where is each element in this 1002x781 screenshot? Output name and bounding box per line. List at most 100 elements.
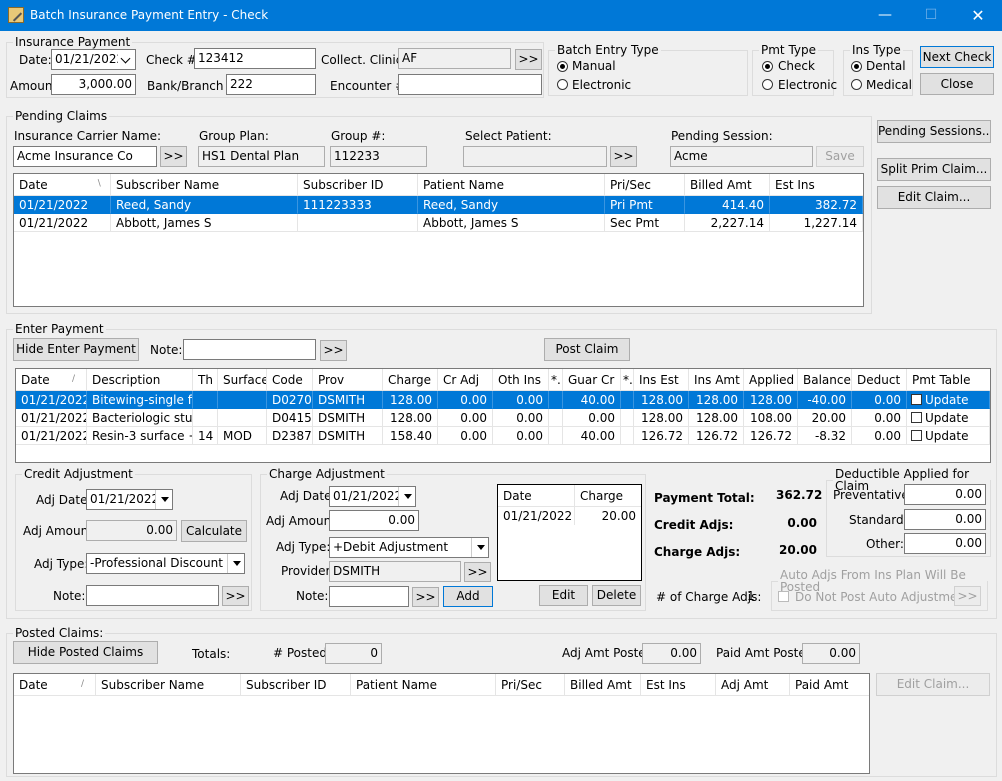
- hide-enter-payment-button[interactable]: Hide Enter Payment: [13, 338, 139, 361]
- dropdown-arrow-icon[interactable]: [398, 487, 415, 506]
- preventative-input[interactable]: 0.00: [904, 484, 986, 505]
- col-subscriber-id[interactable]: Subscriber ID: [241, 674, 351, 696]
- col-patient-name[interactable]: Patient Name: [418, 174, 605, 196]
- col-code[interactable]: Code: [267, 369, 313, 391]
- dropdown-arrow-icon[interactable]: [155, 490, 172, 509]
- col-patient-name[interactable]: Patient Name: [351, 674, 496, 696]
- cell-deduct[interactable]: 0.00: [852, 409, 907, 427]
- posted-claims-grid[interactable]: Date ∕ Subscriber Name Subscriber ID Pat…: [13, 673, 870, 774]
- manual-radio[interactable]: [557, 61, 568, 72]
- col-adj-amt[interactable]: Adj Amt: [716, 674, 790, 696]
- charge-adj-date-picker[interactable]: 01/21/2022: [329, 486, 416, 507]
- pending-claims-grid[interactable]: Date ∖ Subscriber Name Subscriber ID Pat…: [13, 173, 864, 307]
- select-patient-browse-button[interactable]: >>: [610, 146, 637, 167]
- col-oth-ins[interactable]: Oth Ins: [493, 369, 549, 391]
- table-row[interactable]: 01/21/2022 Bacteriologic studies D0415 D…: [16, 409, 990, 427]
- col-paid-amt[interactable]: Paid Amt: [790, 674, 869, 696]
- table-row[interactable]: 01/21/2022 Resin-3 surface +,... 14 MOD …: [16, 427, 990, 445]
- col-billed-amt[interactable]: Billed Amt: [685, 174, 770, 196]
- col-subscriber-name[interactable]: Subscriber Name: [111, 174, 298, 196]
- dropdown-arrow-icon[interactable]: [227, 554, 244, 573]
- charge-adj-provider-browse-button[interactable]: >>: [464, 562, 491, 582]
- charge-adj-note-input[interactable]: [329, 586, 409, 607]
- list-item[interactable]: 01/21/2022 20.00: [498, 507, 641, 525]
- col-est-ins[interactable]: Est Ins: [641, 674, 716, 696]
- post-claim-button[interactable]: Post Claim: [544, 338, 630, 361]
- bank-branch-input[interactable]: 222: [226, 74, 316, 95]
- col-description[interactable]: Description: [87, 369, 193, 391]
- enter-payment-grid[interactable]: Date ∕ Description Th Surface Code Prov …: [15, 368, 991, 463]
- add-charge-adj-button[interactable]: Add: [443, 586, 493, 607]
- electronic-pmt-radio[interactable]: [762, 79, 773, 90]
- credit-adj-type-select[interactable]: -Professional Discount: [86, 553, 245, 574]
- close-window-button[interactable]: ✕: [955, 0, 1001, 31]
- collect-clinic-browse-button[interactable]: >>: [515, 49, 542, 70]
- electronic-batch-radio[interactable]: [557, 79, 568, 90]
- cell-deduct[interactable]: 0.00: [852, 427, 907, 445]
- calculate-button[interactable]: Calculate: [181, 520, 247, 542]
- check-radio[interactable]: [762, 61, 773, 72]
- col-pri-sec[interactable]: Pri/Sec: [496, 674, 565, 696]
- table-row[interactable]: 01/21/2022 Abbott, James S Abbott, James…: [14, 214, 863, 232]
- minimize-button[interactable]: —: [862, 0, 908, 31]
- charge-adj-note-browse-button[interactable]: >>: [412, 587, 439, 607]
- charge-adj-type-select[interactable]: +Debit Adjustment: [329, 537, 489, 558]
- col-applied[interactable]: Applied: [744, 369, 798, 391]
- credit-adj-date-picker[interactable]: 01/21/2022: [86, 489, 173, 510]
- chevron-down-icon[interactable]: [118, 50, 135, 69]
- update-checkbox[interactable]: [911, 394, 922, 405]
- col-billed-amt[interactable]: Billed Amt: [565, 674, 641, 696]
- col-balance[interactable]: Balance: [798, 369, 852, 391]
- col-star-1[interactable]: *.: [549, 369, 563, 391]
- col-date[interactable]: Date: [498, 485, 575, 507]
- col-subscriber-id[interactable]: Subscriber ID: [298, 174, 418, 196]
- encounter-input[interactable]: [398, 74, 542, 95]
- close-button[interactable]: Close: [920, 73, 994, 95]
- col-est-ins[interactable]: Est Ins: [770, 174, 863, 196]
- edit-claim-button[interactable]: Edit Claim...: [877, 186, 991, 209]
- col-pmt-table[interactable]: Pmt Table: [907, 369, 990, 391]
- amount-input[interactable]: 3,000.00: [51, 74, 136, 95]
- col-guar-cr[interactable]: Guar Cr: [563, 369, 621, 391]
- cell-deduct[interactable]: 0.00: [852, 391, 907, 409]
- col-cr-adj[interactable]: Cr Adj: [438, 369, 493, 391]
- payment-date-picker[interactable]: 01/21/2022: [51, 49, 136, 70]
- next-check-button[interactable]: Next Check: [920, 46, 994, 68]
- col-tooth[interactable]: Th: [193, 369, 218, 391]
- other-input[interactable]: 0.00: [904, 533, 986, 554]
- col-pri-sec[interactable]: Pri/Sec: [605, 174, 685, 196]
- delete-charge-adj-button[interactable]: Delete: [592, 585, 641, 606]
- charge-adj-list[interactable]: Date Charge 01/21/2022 20.00: [497, 484, 642, 581]
- col-date[interactable]: Date: [16, 369, 87, 391]
- dental-radio[interactable]: [851, 61, 862, 72]
- carrier-name-input[interactable]: Acme Insurance Co: [13, 146, 157, 167]
- carrier-browse-button[interactable]: >>: [160, 146, 187, 167]
- charge-adj-amount-input[interactable]: 0.00: [329, 510, 419, 531]
- col-ins-amt[interactable]: Ins Amt: [689, 369, 744, 391]
- dropdown-arrow-icon[interactable]: [471, 538, 488, 557]
- table-row[interactable]: 01/21/2022 Bitewing-single film D0270 DS…: [16, 391, 990, 409]
- cell-ins-amt[interactable]: 126.72: [689, 427, 744, 445]
- payment-note-input[interactable]: [183, 339, 316, 360]
- col-subscriber-name[interactable]: Subscriber Name: [96, 674, 241, 696]
- col-ins-est[interactable]: Ins Est: [634, 369, 689, 391]
- hide-posted-claims-button[interactable]: Hide Posted Claims: [13, 641, 158, 664]
- edit-charge-adj-button[interactable]: Edit: [539, 585, 588, 606]
- col-charge[interactable]: Charge: [383, 369, 438, 391]
- check-number-input[interactable]: 123412: [194, 48, 316, 69]
- update-checkbox[interactable]: [911, 430, 922, 441]
- table-row[interactable]: 01/21/2022 Reed, Sandy 111223333 Reed, S…: [14, 196, 863, 214]
- cell-ins-amt[interactable]: 128.00: [689, 409, 744, 427]
- col-charge[interactable]: Charge: [575, 485, 641, 507]
- col-prov[interactable]: Prov: [313, 369, 383, 391]
- payment-note-browse-button[interactable]: >>: [320, 340, 347, 361]
- credit-adj-note-input[interactable]: [86, 585, 219, 606]
- col-star-2[interactable]: *.: [621, 369, 634, 391]
- split-prim-claim-button[interactable]: Split Prim Claim...: [877, 158, 991, 181]
- col-surface[interactable]: Surface: [218, 369, 267, 391]
- cell-ins-amt[interactable]: 128.00: [689, 391, 744, 409]
- medical-radio[interactable]: [851, 79, 862, 90]
- standard-input[interactable]: 0.00: [904, 509, 986, 530]
- credit-adj-note-browse-button[interactable]: >>: [222, 586, 249, 606]
- col-deduct[interactable]: Deduct: [852, 369, 907, 391]
